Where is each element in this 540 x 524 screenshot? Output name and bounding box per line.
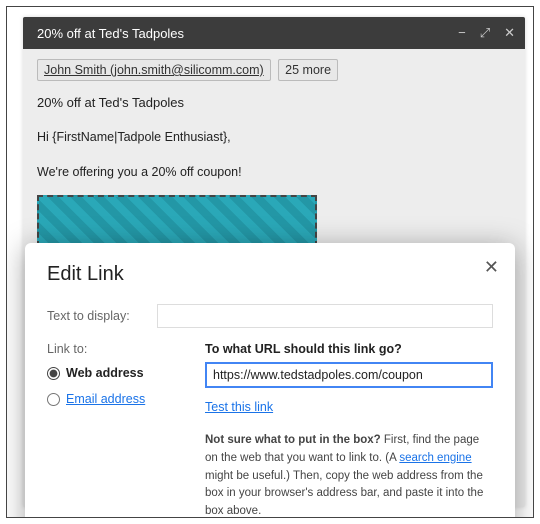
url-area: To what URL should this link go? Test th… <box>205 342 493 518</box>
url-question: To what URL should this link go? <box>205 342 493 356</box>
minimize-icon[interactable]: − <box>458 25 466 41</box>
compose-body[interactable]: Hi {FirstName|Tadpole Enthusiast}, We're… <box>23 114 525 259</box>
text-to-display-label: Text to display: <box>47 309 157 323</box>
body-line: Hi {FirstName|Tadpole Enthusiast}, <box>37 126 511 149</box>
dialog-close-icon[interactable]: ✕ <box>484 257 499 278</box>
recipient-more-chip[interactable]: 25 more <box>278 59 338 81</box>
radio-email-input[interactable] <box>47 393 60 406</box>
link-to-label: Link to: <box>47 342 157 356</box>
coupon-image[interactable] <box>37 195 317 247</box>
search-engine-link[interactable]: search engine <box>399 452 471 464</box>
radio-web-address[interactable]: Web address <box>47 366 157 380</box>
url-input[interactable] <box>205 362 493 388</box>
dialog-title: Edit Link <box>47 263 493 286</box>
edit-link-dialog: ✕ Edit Link Text to display: Link to: We… <box>25 243 515 518</box>
test-link[interactable]: Test this link <box>205 400 273 414</box>
compose-title: 20% off at Ted's Tadpoles <box>37 26 458 41</box>
body-line: We're offering you a 20% off coupon! <box>37 161 511 184</box>
subject-line[interactable]: 20% off at Ted's Tadpoles <box>23 87 525 114</box>
app-frame: 20% off at Ted's Tadpoles − ⤢ ✕ John Smi… <box>6 6 534 518</box>
link-to-section: Link to: Web address Email address To wh… <box>47 342 493 518</box>
compose-header: 20% off at Ted's Tadpoles − ⤢ ✕ <box>23 17 525 49</box>
recipients-row[interactable]: John Smith (john.smith@silicomm.com) 25 … <box>23 49 525 87</box>
radio-email-label: Email address <box>66 392 145 406</box>
link-to-radios: Link to: Web address Email address <box>47 342 157 418</box>
help-text: Not sure what to put in the box? First, … <box>205 432 493 518</box>
text-to-display-input[interactable] <box>157 304 493 328</box>
help-bold: Not sure what to put in the box? <box>205 434 381 446</box>
help-part2: might be useful.) Then, copy the web add… <box>205 470 483 518</box>
radio-web-label: Web address <box>66 366 144 380</box>
expand-icon[interactable]: ⤢ <box>480 25 490 41</box>
text-to-display-row: Text to display: <box>47 304 493 328</box>
recipient-chip[interactable]: John Smith (john.smith@silicomm.com) <box>37 59 271 81</box>
radio-email-address[interactable]: Email address <box>47 392 157 406</box>
radio-web-input[interactable] <box>47 367 60 380</box>
window-controls: − ⤢ ✕ <box>458 25 515 41</box>
close-icon[interactable]: ✕ <box>504 25 515 41</box>
